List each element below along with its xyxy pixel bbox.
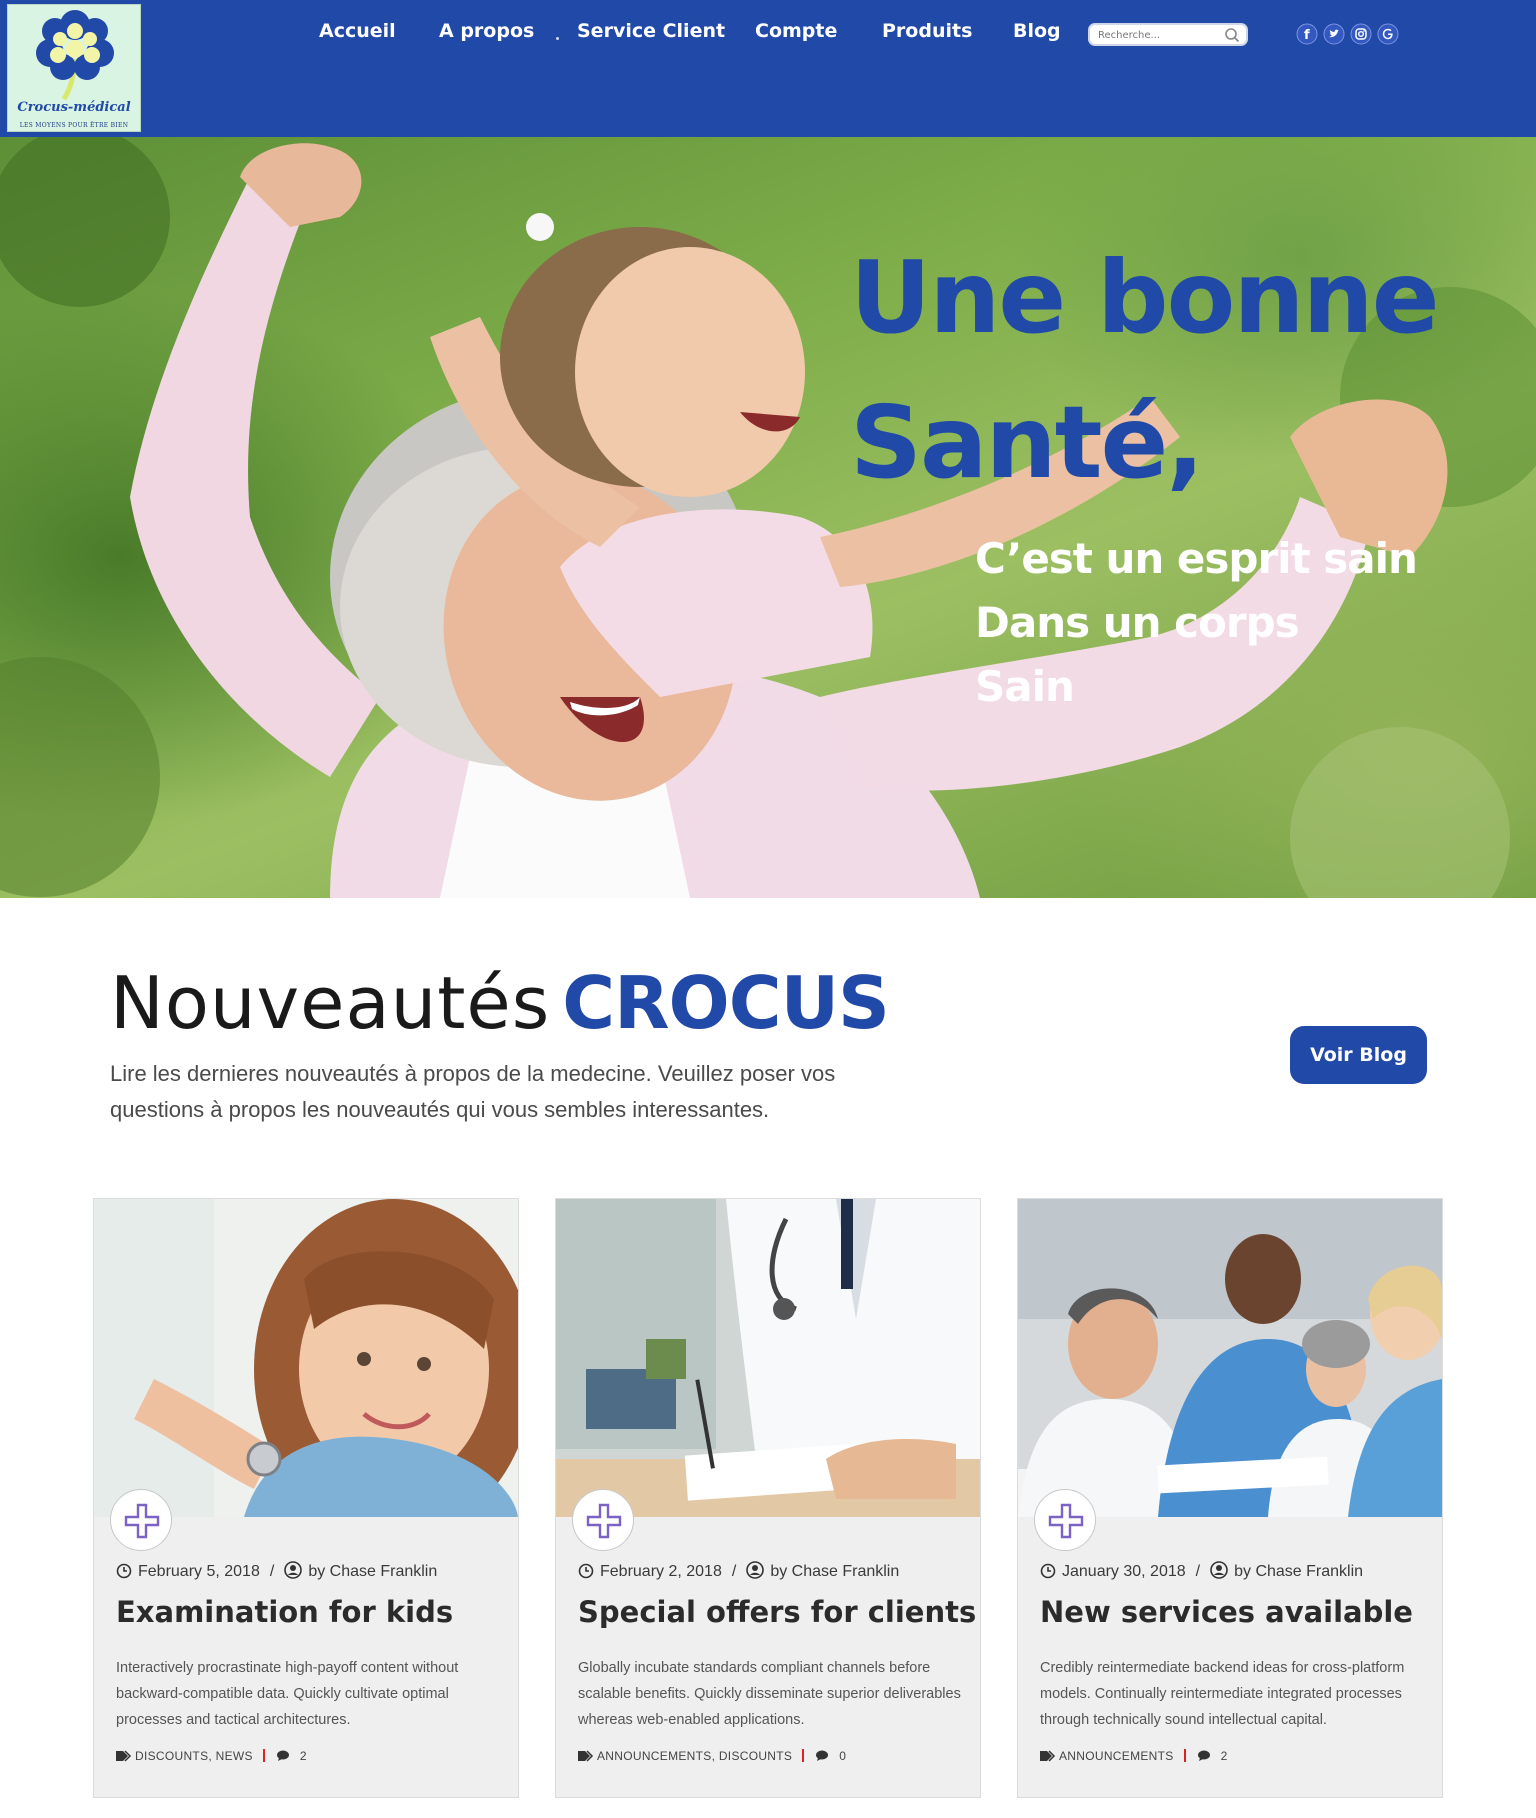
card-date: February 5, 2018 <box>138 1563 260 1580</box>
user-icon <box>1210 1561 1228 1579</box>
section-description: Lire les dernieres nouveautés à propos d… <box>110 1061 836 1122</box>
hero-title: Une bonne Santé, <box>850 225 1440 515</box>
plus-icon[interactable] <box>110 1489 172 1551</box>
hero-title-line1: Une bonne <box>850 239 1440 356</box>
card-title[interactable]: Examination for kids <box>116 1595 453 1629</box>
blog-card: January 30, 2018/by Chase Franklin New s… <box>1017 1198 1443 1798</box>
tags-icon <box>116 1750 132 1762</box>
clock-icon <box>116 1563 132 1579</box>
hero-title-line2: Santé, <box>850 384 1204 501</box>
comments-icon <box>816 1750 829 1761</box>
card-author[interactable]: by Chase Franklin <box>308 1563 437 1580</box>
hero-banner: Une bonne Santé, C’est un esprit sain Da… <box>0 137 1536 898</box>
card-image[interactable] <box>556 1199 980 1517</box>
card-footer: ANNOUNCEMENTS, DISCOUNTS 0 <box>578 1749 846 1763</box>
card-meta: January 30, 2018/by Chase Franklin <box>1040 1561 1363 1581</box>
card-image[interactable] <box>94 1199 518 1517</box>
user-icon <box>746 1561 765 1579</box>
hero-sub-line3: Sain <box>975 662 1075 711</box>
card-author[interactable]: by Chase Franklin <box>1234 1563 1363 1580</box>
site-logo[interactable]: Crocus-médical LES MOYENS POUR ÊTRE BIEN <box>7 4 141 132</box>
card-excerpt: Globally incubate standards compliant ch… <box>578 1660 961 1728</box>
card-tags[interactable]: ANNOUNCEMENTS <box>1059 1749 1174 1763</box>
card-author[interactable]: by Chase Franklin <box>770 1563 899 1580</box>
section-title-light: Nouveautés <box>110 961 551 1045</box>
card-title[interactable]: Special offers for clients <box>578 1595 976 1629</box>
comments-icon <box>276 1750 289 1761</box>
card-tags[interactable]: ANNOUNCEMENTS, DISCOUNTS <box>597 1749 792 1763</box>
plus-icon[interactable] <box>1034 1489 1096 1551</box>
card-image[interactable] <box>1018 1199 1442 1517</box>
section-title: Nouveautés CROCUS <box>110 958 890 1048</box>
search-icon[interactable] <box>1224 27 1240 43</box>
divider <box>262 1749 265 1762</box>
nav-accueil[interactable]: Accueil <box>319 20 396 42</box>
site-header: Crocus-médical LES MOYENS POUR ÊTRE BIEN… <box>0 0 1536 137</box>
clock-icon <box>578 1563 594 1579</box>
nav-a-propos[interactable]: A propos <box>439 20 534 42</box>
twitter-icon[interactable] <box>1323 23 1345 45</box>
google-icon[interactable] <box>1377 23 1399 45</box>
svg-text:f: f <box>1304 28 1310 43</box>
instagram-icon[interactable] <box>1350 23 1372 45</box>
divider <box>1183 1749 1186 1762</box>
plus-icon[interactable] <box>572 1489 634 1551</box>
voir-blog-button[interactable]: Voir Blog <box>1290 1026 1427 1084</box>
card-date: February 2, 2018 <box>600 1563 722 1580</box>
card-date: January 30, 2018 <box>1062 1563 1186 1580</box>
nav-produits[interactable]: Produits <box>882 20 972 42</box>
card-footer: ANNOUNCEMENTS 2 <box>1040 1749 1228 1763</box>
card-tags[interactable]: DISCOUNTS, NEWS <box>135 1749 253 1763</box>
card-title[interactable]: New services available <box>1040 1595 1413 1629</box>
hero-subtitle: C’est un esprit sain Dans un corps Sain <box>975 527 1418 719</box>
card-meta: February 5, 2018/by Chase Franklin <box>116 1561 437 1581</box>
nav-service-client[interactable]: Service Client <box>577 20 725 42</box>
card-meta: February 2, 2018/by Chase Franklin <box>578 1561 899 1581</box>
hero-sub-line2: Dans un corps <box>975 598 1300 647</box>
facebook-icon[interactable]: f <box>1296 23 1318 45</box>
card-excerpt: Interactively procrastinate high-payoff … <box>116 1660 459 1728</box>
section-title-brand: CROCUS <box>562 961 890 1045</box>
card-footer: DISCOUNTS, NEWS 2 <box>116 1749 307 1763</box>
blog-card: February 2, 2018/by Chase Franklin Speci… <box>555 1198 981 1798</box>
tags-icon <box>578 1750 594 1762</box>
card-comments[interactable]: 2 <box>1221 1749 1228 1763</box>
card-excerpt: Credibly reintermediate backend ideas fo… <box>1040 1660 1405 1728</box>
logo-name: Crocus-médical <box>17 100 131 115</box>
tags-icon <box>1040 1750 1056 1762</box>
clock-icon <box>1040 1563 1056 1579</box>
search-input[interactable] <box>1098 27 1218 43</box>
logo-tagline: LES MOYENS POUR ÊTRE BIEN <box>19 122 129 129</box>
nav-blog[interactable]: Blog <box>1013 20 1061 42</box>
search-box <box>1088 23 1248 46</box>
clover-logo-icon <box>36 10 114 101</box>
nav-compte[interactable]: Compte <box>755 20 837 42</box>
comments-icon <box>1197 1750 1210 1761</box>
card-comments[interactable]: 0 <box>839 1749 846 1763</box>
user-icon <box>284 1561 303 1579</box>
nav-dot <box>556 37 559 40</box>
hero-sub-line1: C’est un esprit sain <box>975 534 1418 583</box>
blog-card: February 5, 2018/by Chase Franklin Exami… <box>93 1198 519 1798</box>
card-comments[interactable]: 2 <box>300 1749 307 1763</box>
divider <box>802 1749 805 1762</box>
